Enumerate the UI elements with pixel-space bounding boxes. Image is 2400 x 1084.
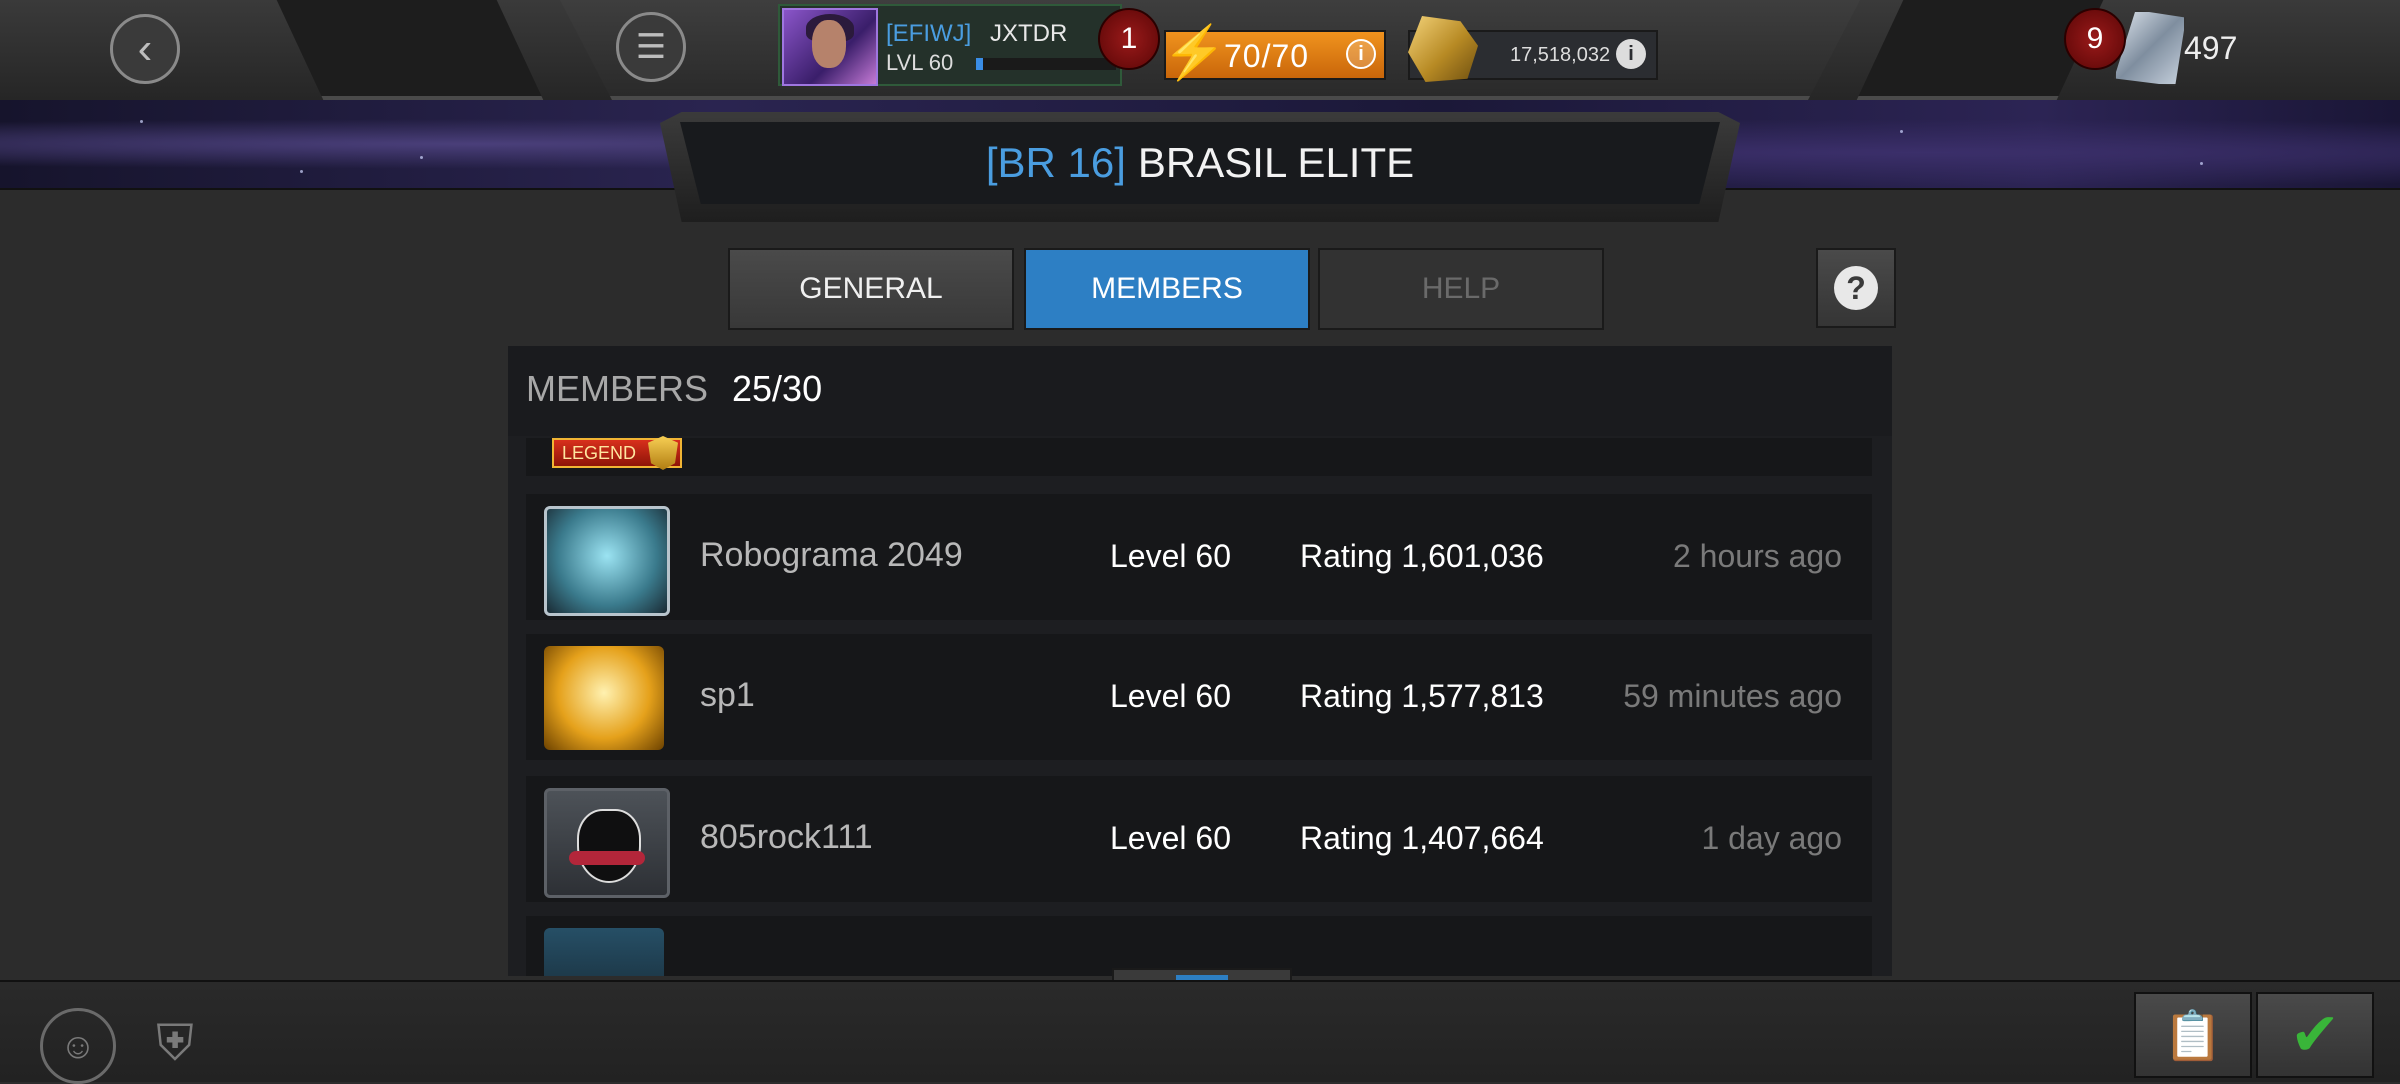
- player-level: LVL 60: [886, 50, 954, 75]
- members-count: 25/30: [732, 368, 823, 409]
- member-name: Robograma 2049: [700, 536, 963, 574]
- help-question-icon: ?: [1834, 266, 1878, 310]
- back-arrow-icon: ‹: [137, 24, 153, 73]
- xp-bar: [976, 58, 1116, 70]
- tab-general[interactable]: GENERAL: [728, 248, 1014, 330]
- gold-value: 17,518,032: [1510, 44, 1611, 66]
- member-last-seen: 2 hours ago: [1672, 538, 1842, 574]
- member-rating: Rating 1,601,036: [1300, 538, 1544, 574]
- member-avatar: [544, 788, 670, 898]
- list-item[interactable]: Robograma 2049 Level 60 Rating 1,601,036…: [526, 494, 1872, 620]
- venom-face: [577, 809, 641, 883]
- member-name: 805rock111: [700, 818, 873, 856]
- member-avatar: [544, 506, 670, 616]
- member-last-seen: 59 minutes ago: [1623, 678, 1842, 714]
- units-value: 497: [2184, 30, 2238, 66]
- alliance-title: [BR 16] BRASIL ELITE: [680, 122, 1720, 204]
- avatar-face: [812, 20, 846, 68]
- legend-shield-icon: [648, 436, 678, 470]
- back-button[interactable]: ‹: [110, 14, 180, 84]
- energy-meter[interactable]: ⚡ 70/70 i: [1162, 24, 1386, 82]
- list-item-partial-top[interactable]: LEGEND: [526, 436, 1872, 476]
- shield-icon: ⛨: [156, 1014, 194, 1071]
- bottom-bar: ☺ ⛨ 📋 ✔: [0, 980, 2400, 1084]
- member-rating: Rating 1,407,664: [1300, 820, 1544, 856]
- player-tag: [EFIWJ]: [886, 20, 972, 47]
- list-item-partial-bottom[interactable]: [526, 916, 1872, 976]
- members-header: MEMBERS 25/30: [508, 346, 1892, 436]
- member-name: sp1: [700, 676, 755, 714]
- energy-value: 70/70: [1224, 38, 1310, 74]
- crystal-icon[interactable]: [2114, 10, 2186, 86]
- member-level: Level 60: [1110, 678, 1231, 714]
- members-panel[interactable]: MEMBERS 25/30 LEGEND Robograma 2049 Leve…: [508, 346, 1892, 976]
- menu-icon: ☰: [635, 28, 667, 66]
- alliance-people-icon: ☺: [59, 1025, 97, 1066]
- info-icon[interactable]: i: [1616, 39, 1646, 69]
- player-avatar: [782, 8, 878, 86]
- info-icon[interactable]: i: [1346, 39, 1376, 69]
- player-profile[interactable]: [EFIWJ] JXTDR LVL 60: [778, 4, 1122, 86]
- list-item[interactable]: 805rock111 Level 60 Rating 1,407,664 1 d…: [526, 776, 1872, 902]
- clipboard-icon: 📋: [2163, 1009, 2223, 1063]
- checkmark-icon: ✔: [2289, 1001, 2341, 1068]
- member-last-seen: 1 day ago: [1701, 820, 1842, 856]
- member-level: Level 60: [1110, 538, 1231, 574]
- alliance-tag: [BR 16]: [985, 139, 1126, 186]
- legend-badge: LEGEND: [552, 436, 682, 470]
- top-bar: ‹ ☰ [EFIWJ] JXTDR LVL 60 1 ⚡ 70/70 i 17,…: [0, 0, 2400, 100]
- shield-button[interactable]: ⛨: [146, 1010, 204, 1076]
- member-avatar: [544, 928, 664, 976]
- members-label: MEMBERS: [526, 368, 709, 409]
- member-avatar: [544, 646, 664, 750]
- tab-members[interactable]: MEMBERS: [1024, 248, 1310, 330]
- alliance-title-plate: [BR 16] BRASIL ELITE: [660, 112, 1740, 222]
- notification-badge[interactable]: 1: [1098, 8, 1160, 70]
- menu-button[interactable]: ☰: [616, 12, 686, 82]
- member-rating: Rating 1,577,813: [1300, 678, 1544, 714]
- units-badge[interactable]: 9: [2064, 8, 2126, 70]
- top-bar-notch-left: [276, 0, 544, 100]
- objectives-button[interactable]: ✔: [2256, 992, 2374, 1078]
- lightning-bolt-icon: ⚡: [1162, 24, 1227, 82]
- help-button[interactable]: ?: [1816, 248, 1896, 328]
- alliance-name: BRASIL ELITE: [1137, 139, 1415, 186]
- gold-meter[interactable]: 17,518,032 i: [1408, 16, 1658, 82]
- list-item[interactable]: sp1 Level 60 Rating 1,577,813 59 minutes…: [526, 634, 1872, 760]
- venom-tongue: [569, 851, 645, 865]
- quests-button[interactable]: 📋: [2134, 992, 2252, 1078]
- member-level: Level 60: [1110, 820, 1231, 856]
- player-name: JXTDR: [990, 20, 1068, 47]
- tab-help[interactable]: HELP: [1318, 248, 1604, 330]
- alliance-button[interactable]: ☺: [40, 1008, 116, 1084]
